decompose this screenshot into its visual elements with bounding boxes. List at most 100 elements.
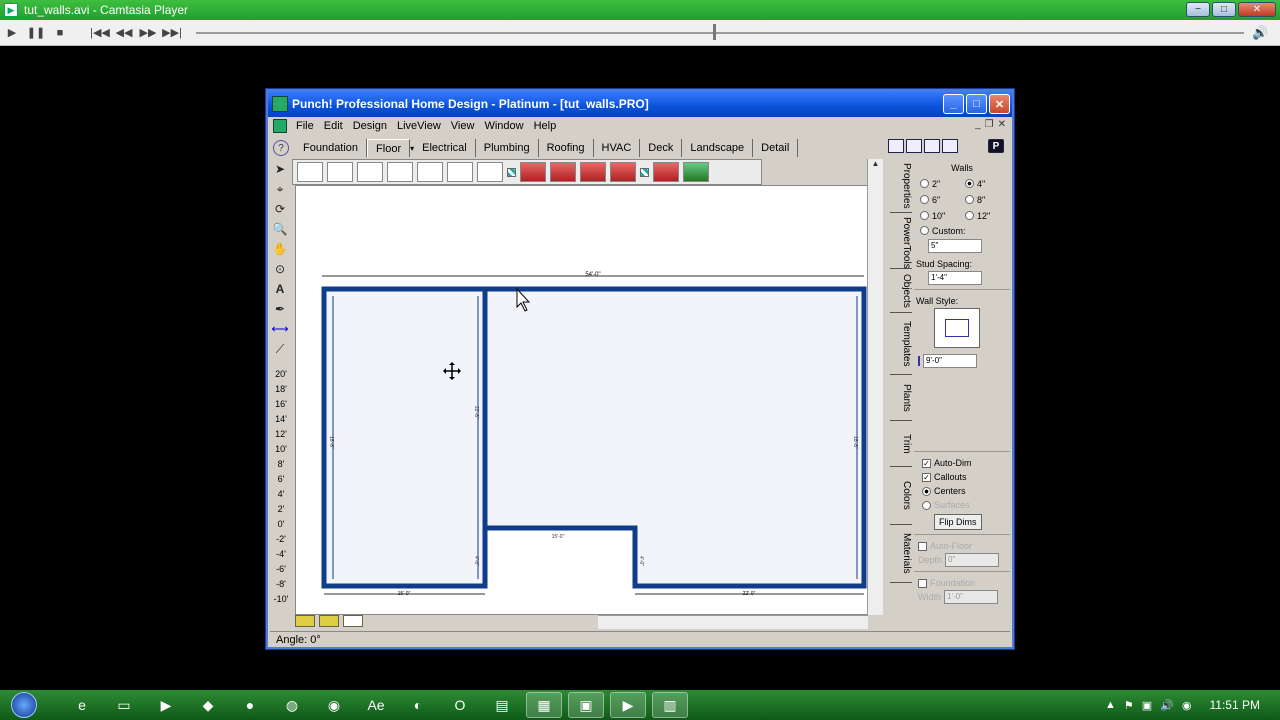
maximize-button[interactable]: □ bbox=[1212, 2, 1236, 17]
tab-detail[interactable]: Detail bbox=[753, 139, 799, 157]
vertical-scrollbar[interactable]: ▲ bbox=[867, 159, 883, 615]
side-tab-properties[interactable]: Properties bbox=[890, 159, 912, 213]
stop-button[interactable]: ■ bbox=[48, 21, 72, 45]
fence-tool-icon[interactable] bbox=[550, 162, 576, 182]
floor-plan-canvas[interactable]: 54'-0" 18'-8" 22'-8" 18'-8" 15'-0" 4'-0"… bbox=[295, 185, 875, 615]
tab-deck[interactable]: Deck bbox=[640, 139, 683, 157]
seek-thumb[interactable] bbox=[712, 24, 716, 40]
tab-electrical[interactable]: Electrical bbox=[414, 139, 476, 157]
chrome-icon[interactable]: ◉ bbox=[316, 692, 352, 718]
level-label[interactable]: 0' bbox=[270, 517, 292, 532]
room-segment-tool-icon[interactable] bbox=[387, 162, 413, 182]
app-minimize-button[interactable]: _ bbox=[943, 94, 964, 114]
app-icon-3[interactable]: ▥ bbox=[652, 692, 688, 718]
app-close-button[interactable]: ✕ bbox=[989, 94, 1010, 114]
auto-floor-checkbox[interactable] bbox=[918, 541, 927, 551]
arch-tool-icon[interactable] bbox=[417, 162, 443, 182]
tab-foundation[interactable]: Foundation bbox=[295, 139, 368, 157]
first-frame-button[interactable]: |◀◀ bbox=[88, 21, 112, 45]
wall-segment-tool-icon[interactable] bbox=[357, 162, 383, 182]
horizontal-scrollbar[interactable] bbox=[598, 615, 868, 629]
house-icon[interactable] bbox=[343, 615, 363, 627]
ie-icon[interactable]: e bbox=[64, 692, 100, 718]
opera-icon[interactable]: O bbox=[442, 692, 478, 718]
flip-dims-button[interactable]: Flip Dims bbox=[934, 514, 982, 530]
level-label[interactable]: -8' bbox=[270, 577, 292, 592]
rotate-icon[interactable]: ⟳ bbox=[270, 199, 290, 219]
seek-bar[interactable] bbox=[196, 32, 1244, 34]
point-select-icon[interactable]: ⌖ bbox=[270, 179, 290, 199]
wall-tool-icon[interactable] bbox=[297, 162, 323, 182]
mdi-restore-button[interactable]: ❐ bbox=[985, 119, 994, 130]
basketball-icon[interactable]: ◐ bbox=[400, 692, 436, 718]
flag-icon[interactable]: ⚑ bbox=[1124, 699, 1134, 712]
pause-button[interactable]: ❚❚ bbox=[24, 21, 48, 45]
document-icon[interactable] bbox=[273, 119, 287, 133]
play-button[interactable]: ▶ bbox=[0, 21, 24, 45]
level-label[interactable]: 14' bbox=[270, 412, 292, 427]
room-tool-icon[interactable] bbox=[327, 162, 353, 182]
menu-help[interactable]: Help bbox=[529, 120, 562, 132]
wall-option-radio[interactable] bbox=[920, 195, 929, 204]
floor-tile-tool-icon[interactable] bbox=[507, 167, 516, 177]
app-icon-2[interactable]: ▤ bbox=[484, 692, 520, 718]
tab-roofing[interactable]: Roofing bbox=[539, 139, 594, 157]
centers-radio[interactable] bbox=[922, 486, 931, 496]
camtasia-taskbar-icon[interactable]: ▶ bbox=[610, 692, 646, 718]
tab-plumbing[interactable]: Plumbing bbox=[476, 139, 539, 157]
depth-input[interactable]: 0" bbox=[945, 553, 1000, 567]
measure-tool-icon[interactable]: ⟋ bbox=[270, 339, 290, 359]
start-button[interactable] bbox=[8, 690, 40, 720]
side-tab-colors[interactable]: Colors bbox=[890, 467, 912, 525]
mdi-close-button[interactable]: ✕ bbox=[998, 119, 1006, 130]
wall-option-radio[interactable] bbox=[920, 211, 929, 220]
tray-arrow-icon[interactable]: ▲ bbox=[1105, 699, 1116, 711]
binoculars-icon[interactable]: ⊙ bbox=[270, 259, 290, 279]
rewind-button[interactable]: ◀◀ bbox=[112, 21, 136, 45]
after-effects-icon[interactable]: Ae bbox=[358, 692, 394, 718]
level-label[interactable]: 10' bbox=[270, 442, 292, 457]
side-tab-templates[interactable]: Templates bbox=[890, 313, 912, 375]
dimension-tool-icon[interactable]: ⟷ bbox=[270, 319, 290, 339]
side-tab-trim[interactable]: Trim bbox=[890, 421, 912, 467]
level-label[interactable]: -4' bbox=[270, 547, 292, 562]
width-input[interactable]: 1'-0" bbox=[944, 590, 999, 604]
split-view-icon[interactable] bbox=[906, 139, 922, 153]
side-tab-objects[interactable]: Objects bbox=[890, 269, 912, 313]
mdi-minimize-button[interactable]: _ bbox=[975, 119, 981, 130]
photo-view-icon[interactable] bbox=[942, 139, 958, 153]
lattice-tool-icon[interactable] bbox=[640, 167, 649, 177]
tab-floor[interactable]: Floor bbox=[367, 139, 411, 157]
auto-dim-checkbox[interactable]: ✓ bbox=[922, 458, 931, 468]
wall-option-radio[interactable] bbox=[965, 179, 974, 188]
menu-view[interactable]: View bbox=[446, 120, 480, 132]
level-select-icon[interactable] bbox=[319, 615, 339, 627]
3d-view-icon[interactable] bbox=[924, 139, 940, 153]
arch-railing-tool-icon[interactable] bbox=[610, 162, 636, 182]
menu-file[interactable]: File bbox=[291, 120, 319, 132]
callouts-checkbox[interactable]: ✓ bbox=[922, 472, 931, 482]
surfaces-radio[interactable] bbox=[922, 500, 931, 510]
menu-window[interactable]: Window bbox=[479, 120, 528, 132]
level-label[interactable]: 6' bbox=[270, 472, 292, 487]
network-icon[interactable]: ▣ bbox=[1142, 699, 1152, 712]
app-icon-1[interactable]: ◆ bbox=[190, 692, 226, 718]
stud-spacing-input[interactable]: 1'-4" bbox=[928, 271, 982, 285]
punch-taskbar-icon[interactable]: ▣ bbox=[568, 692, 604, 718]
volume-tray-icon[interactable]: 🔊 bbox=[1160, 699, 1174, 712]
foundation-checkbox[interactable] bbox=[918, 578, 927, 588]
side-tab-materials[interactable]: Materials bbox=[890, 525, 912, 583]
minimize-button[interactable]: − bbox=[1186, 2, 1210, 17]
level-label[interactable]: 8' bbox=[270, 457, 292, 472]
railing-tool-icon[interactable] bbox=[520, 162, 546, 182]
wall-option-radio[interactable] bbox=[920, 179, 929, 188]
wall-option-radio[interactable] bbox=[965, 195, 974, 204]
level-label[interactable]: 12' bbox=[270, 427, 292, 442]
tab-hvac[interactable]: HVAC bbox=[594, 139, 641, 157]
level-label[interactable]: -6' bbox=[270, 562, 292, 577]
zoom-icon[interactable]: 🔍 bbox=[270, 219, 290, 239]
help-icon[interactable]: ? bbox=[273, 140, 289, 156]
wall-option-radio[interactable] bbox=[965, 211, 974, 220]
text-tool-icon[interactable]: A bbox=[270, 279, 290, 299]
last-frame-button[interactable]: ▶▶| bbox=[160, 21, 184, 45]
